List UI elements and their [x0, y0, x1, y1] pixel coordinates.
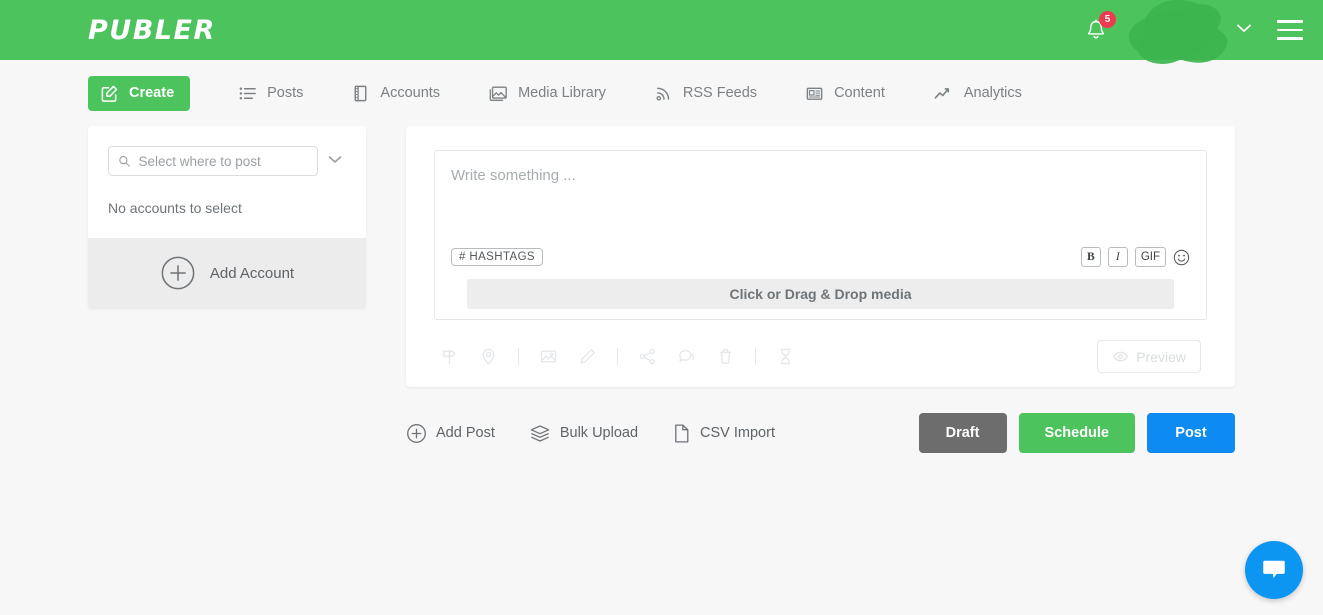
- book-icon: [354, 85, 367, 101]
- share-button[interactable]: [638, 347, 657, 366]
- post-textarea[interactable]: Write something ...: [451, 167, 1190, 243]
- footer-actions: Add Post Bulk Upload CSV Import: [406, 423, 775, 444]
- comment-icon: [679, 349, 694, 362]
- avatar[interactable]: [1126, 0, 1237, 68]
- delete-button[interactable]: [716, 347, 735, 366]
- bulk-upload-button[interactable]: Bulk Upload: [529, 423, 638, 444]
- nav-label-posts: Posts: [267, 85, 304, 101]
- csv-import-label: CSV Import: [700, 425, 775, 441]
- edit-square-icon: [101, 85, 118, 102]
- emoji-button[interactable]: [1173, 249, 1190, 266]
- toolbar-divider: [617, 348, 618, 365]
- pencil-icon: [580, 348, 596, 364]
- nav-item-media-library[interactable]: Media Library: [484, 77, 610, 110]
- nav-label-create: Create: [129, 85, 175, 101]
- location-pin-icon: [482, 348, 495, 365]
- main-content: No accounts to select Add Account Write …: [0, 126, 1323, 387]
- nav-label-media-library: Media Library: [518, 85, 606, 101]
- hamburger-menu-icon[interactable]: [1277, 20, 1303, 40]
- rss-icon: [656, 87, 670, 101]
- notifications-button[interactable]: 5: [1079, 11, 1116, 47]
- nav-label-content: Content: [834, 85, 885, 101]
- schedule-time-button[interactable]: [776, 347, 795, 366]
- post-composer: Write something ... # HASHTAGS B I GIF C…: [406, 126, 1235, 387]
- preview-label: Preview: [1136, 348, 1186, 365]
- add-post-label: Add Post: [436, 425, 495, 441]
- trash-icon: [719, 349, 732, 364]
- chevron-down-icon: [328, 155, 342, 163]
- main-navigation: Create Posts Accounts Media Library RSS …: [0, 60, 1323, 126]
- add-account-label: Add Account: [209, 264, 295, 282]
- media-dropzone[interactable]: Click or Drag & Drop media: [467, 279, 1174, 309]
- comment-button[interactable]: [677, 347, 696, 366]
- plus-circle-icon: [407, 423, 426, 443]
- nav-item-accounts[interactable]: Accounts: [347, 77, 444, 110]
- nav-label-rss-feeds: RSS Feeds: [682, 85, 758, 101]
- signpost-icon: [443, 349, 456, 364]
- account-search-row: [108, 146, 346, 176]
- draft-button[interactable]: Draft: [918, 413, 1007, 453]
- toolbar-divider: [755, 348, 756, 365]
- nav-item-rss-feeds[interactable]: RSS Feeds: [650, 77, 761, 110]
- accounts-panel-body: No accounts to select: [88, 126, 366, 238]
- hashtags-button[interactable]: # HASHTAGS: [451, 248, 543, 266]
- app-logo: PUBLER: [88, 14, 216, 46]
- format-buttons: B I GIF: [1080, 247, 1190, 267]
- composer-tools: Preview: [434, 340, 1207, 373]
- images-icon: [489, 85, 507, 101]
- chat-bubble-icon: [1263, 560, 1285, 579]
- hourglass-icon: [780, 348, 791, 365]
- image-icon: [540, 350, 557, 363]
- search-input[interactable]: [138, 153, 308, 169]
- location-button[interactable]: [479, 347, 498, 366]
- composer-footer: Add Post Bulk Upload CSV Import Draft Sc…: [0, 387, 1323, 453]
- signpost-button[interactable]: [440, 347, 459, 366]
- chart-line-icon: [934, 87, 949, 99]
- editor-toolbar: # HASHTAGS B I GIF: [451, 247, 1190, 267]
- nav-item-content[interactable]: Content: [801, 77, 889, 110]
- newspaper-icon: [806, 87, 823, 100]
- nav-label-accounts: Accounts: [380, 85, 441, 101]
- bold-button[interactable]: B: [1080, 247, 1101, 267]
- search-icon: [119, 156, 130, 167]
- file-icon: [675, 423, 689, 443]
- smiley-icon: [1173, 249, 1190, 265]
- submit-buttons: Draft Schedule Post: [918, 413, 1235, 453]
- notification-badge: 5: [1099, 11, 1116, 28]
- post-button[interactable]: Post: [1147, 413, 1235, 453]
- toolbar-divider: [518, 348, 519, 365]
- app-header: PUBLER 5: [0, 0, 1323, 68]
- add-post-button[interactable]: Add Post: [406, 423, 495, 444]
- accounts-dropdown-toggle[interactable]: [324, 148, 346, 175]
- header-actions: 5: [1079, 0, 1303, 68]
- preview-button[interactable]: Preview: [1097, 340, 1201, 373]
- layers-icon: [530, 424, 550, 442]
- post-editor[interactable]: Write something ... # HASHTAGS B I GIF C…: [434, 150, 1207, 320]
- accounts-panel: No accounts to select Add Account: [88, 126, 366, 308]
- nav-item-create[interactable]: Create: [88, 75, 191, 111]
- plus-circle-icon: [161, 256, 195, 290]
- no-accounts-message: No accounts to select: [108, 200, 242, 216]
- account-search-box[interactable]: [108, 146, 318, 176]
- nav-label-analytics: Analytics: [963, 85, 1022, 101]
- eye-icon: [1113, 351, 1129, 362]
- chat-widget-button[interactable]: [1245, 541, 1303, 599]
- nav-item-analytics[interactable]: Analytics: [929, 77, 1026, 110]
- gif-button[interactable]: GIF: [1134, 247, 1166, 267]
- composer-tools-left: [440, 347, 795, 366]
- csv-import-button[interactable]: CSV Import: [672, 423, 775, 444]
- share-icon: [639, 348, 655, 365]
- italic-button[interactable]: I: [1107, 247, 1128, 267]
- edit-button[interactable]: [578, 347, 597, 366]
- schedule-button[interactable]: Schedule: [1018, 413, 1135, 453]
- image-button[interactable]: [539, 347, 558, 366]
- add-account-button[interactable]: Add Account: [88, 238, 366, 308]
- nav-item-posts[interactable]: Posts: [234, 77, 307, 110]
- bulk-upload-label: Bulk Upload: [559, 425, 639, 441]
- list-icon: [239, 87, 257, 99]
